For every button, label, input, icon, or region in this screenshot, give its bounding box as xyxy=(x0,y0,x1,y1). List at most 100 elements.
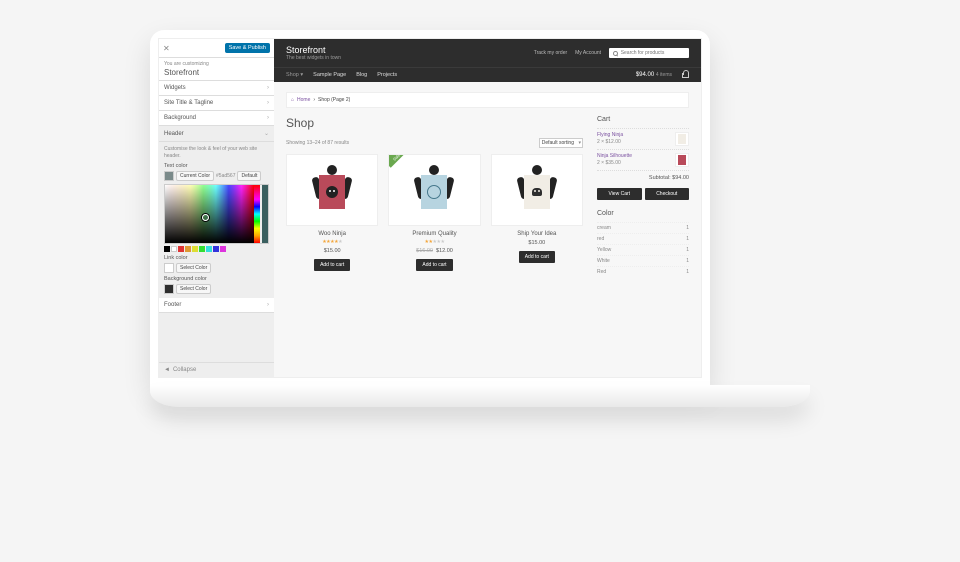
customizer-sidebar: ✕ Save & Publish You are customizing Sto… xyxy=(159,39,274,377)
add-to-cart-button[interactable]: Add to cart xyxy=(416,259,452,271)
link-color-swatch[interactable] xyxy=(164,263,174,273)
nav-projects[interactable]: Projects xyxy=(377,72,397,78)
save-publish-button[interactable]: Save & Publish xyxy=(225,43,270,53)
product-card[interactable]: Ship Your Idea $15.00 Add to cart xyxy=(491,154,583,271)
shop-area: Shop Showing 13–24 of 87 results Default… xyxy=(286,116,583,277)
product-name: Woo Ninja xyxy=(286,231,378,237)
section-background[interactable]: Background › xyxy=(159,111,274,126)
color-filter-row[interactable]: Yellow1 xyxy=(597,244,689,255)
palette-orange[interactable] xyxy=(185,246,191,252)
section-label: Footer xyxy=(164,302,181,308)
product-card[interactable]: Woo Ninja ★★★★★ $15.00 Add to cart xyxy=(286,154,378,271)
section-site-title[interactable]: Site Title & Tagline› xyxy=(159,96,274,111)
text-color-label: Text color xyxy=(164,163,269,169)
link-color-label: Link color xyxy=(164,255,269,261)
alpha-slider[interactable] xyxy=(262,185,268,243)
add-to-cart-button[interactable]: Add to cart xyxy=(519,251,555,263)
sale-badge: Sale! xyxy=(388,154,408,168)
palette-green[interactable] xyxy=(199,246,205,252)
site-tagline: The best widgets in town xyxy=(286,55,341,61)
color-picker[interactable] xyxy=(164,184,269,244)
account-link[interactable]: My Account xyxy=(575,50,601,56)
chevron-right-icon: › xyxy=(267,85,269,91)
select-bg-color-button[interactable]: Select Color xyxy=(176,284,211,294)
section-widgets[interactable]: Widgets › xyxy=(159,81,274,96)
default-color-button[interactable]: Default xyxy=(237,171,261,181)
search-box[interactable] xyxy=(609,48,689,58)
collapse-button[interactable]: ◄ Collapse xyxy=(159,362,274,377)
nav-blog[interactable]: Blog xyxy=(356,72,367,78)
select-link-color-button[interactable]: Select Color xyxy=(176,263,211,273)
bg-color-label: Background color xyxy=(164,276,269,282)
product-name: Premium Quality xyxy=(388,231,480,237)
add-to-cart-button[interactable]: Add to cart xyxy=(314,259,350,271)
palette-magenta[interactable] xyxy=(220,246,226,252)
cart-total[interactable]: $94.00 4 items xyxy=(636,72,672,78)
nav-sample[interactable]: Sample Page xyxy=(313,72,346,78)
color-filter-row[interactable]: Red1 xyxy=(597,266,689,277)
product-card[interactable]: Sale! Premium Quality ★★★★★ $16.00$12.00… xyxy=(388,154,480,271)
section-label: Widgets xyxy=(164,85,186,91)
crumb-pre: You are customizing xyxy=(164,61,269,67)
current-color-button[interactable]: Current Color xyxy=(176,171,214,181)
palette-black[interactable] xyxy=(164,246,170,252)
search-input[interactable] xyxy=(621,50,685,56)
cart-item[interactable]: Flying Ninja2 × $12.00 xyxy=(597,128,689,149)
section-footer[interactable]: Footer › xyxy=(159,298,274,313)
product-name: Ship Your Idea xyxy=(491,231,583,237)
cart-icon[interactable] xyxy=(682,73,689,78)
search-icon xyxy=(613,51,618,56)
color-filter-row[interactable]: red1 xyxy=(597,233,689,244)
palette-yellow[interactable] xyxy=(192,246,198,252)
collapse-icon: ◄ xyxy=(164,367,170,373)
cart-item-thumb xyxy=(675,153,689,167)
palette-cyan[interactable] xyxy=(206,246,212,252)
cart-item-name: Flying Ninja xyxy=(597,132,623,138)
section-header[interactable]: Header ⌄ xyxy=(159,126,274,142)
price: $15.00 xyxy=(491,240,583,246)
price: $16.00$12.00 xyxy=(388,248,480,254)
checkout-button[interactable]: Checkout xyxy=(645,188,690,200)
view-cart-button[interactable]: View Cart xyxy=(597,188,642,200)
breadcrumb-home[interactable]: Home xyxy=(297,97,310,103)
chevron-right-icon: › xyxy=(267,100,269,106)
palette-blue[interactable] xyxy=(213,246,219,252)
page-title: Shop xyxy=(286,116,583,130)
header-desc: Customise the look & feel of your web si… xyxy=(164,146,269,159)
chevron-down-icon: ⌄ xyxy=(264,130,269,137)
color-filter-row[interactable]: cream1 xyxy=(597,222,689,233)
home-icon[interactable]: ⌂ xyxy=(291,97,294,103)
bg-color-swatch[interactable] xyxy=(164,284,174,294)
result-count: Showing 13–24 of 87 results xyxy=(286,140,349,146)
close-icon[interactable]: ✕ xyxy=(163,44,170,53)
cart-item-thumb xyxy=(675,132,689,146)
section-label: Background xyxy=(164,115,196,121)
laptop-base xyxy=(150,385,810,407)
cart-item-name: Ninja Silhouette xyxy=(597,153,632,159)
cart-item[interactable]: Ninja Silhouette2 × $35.00 xyxy=(597,149,689,170)
cart-subtotal: Subtotal: $94.00 xyxy=(597,170,689,185)
site-brand[interactable]: Storefront xyxy=(286,45,341,55)
palette-white[interactable] xyxy=(171,246,177,252)
hue-slider[interactable] xyxy=(254,185,260,243)
nav-shop[interactable]: Shop ▾ xyxy=(286,72,303,78)
picker-handle[interactable] xyxy=(202,214,209,221)
header-panel: Customise the look & feel of your web si… xyxy=(159,142,274,298)
breadcrumb-shop: Shop (Page 2) xyxy=(318,97,350,103)
chevron-right-icon: › xyxy=(267,115,269,121)
rating: ★★★★★ xyxy=(286,239,378,245)
section-label: Header xyxy=(164,131,184,137)
sort-select[interactable]: Default sorting xyxy=(539,138,583,148)
cart-item-qty: 2 × $12.00 xyxy=(597,139,623,145)
color-widget-title: Color xyxy=(597,210,689,217)
palette xyxy=(164,246,269,252)
track-order-link[interactable]: Track my order xyxy=(534,50,567,56)
customizer-breadcrumb: You are customizing Storefront xyxy=(159,58,274,81)
chevron-right-icon: › xyxy=(267,302,269,308)
cart-item-qty: 2 × $35.00 xyxy=(597,160,632,166)
color-filter-row[interactable]: White1 xyxy=(597,255,689,266)
breadcrumb: ⌂ Home › Shop (Page 2) xyxy=(286,92,689,108)
cart-widget-title: Cart xyxy=(597,116,689,123)
palette-red[interactable] xyxy=(178,246,184,252)
text-color-swatch[interactable] xyxy=(164,171,174,181)
